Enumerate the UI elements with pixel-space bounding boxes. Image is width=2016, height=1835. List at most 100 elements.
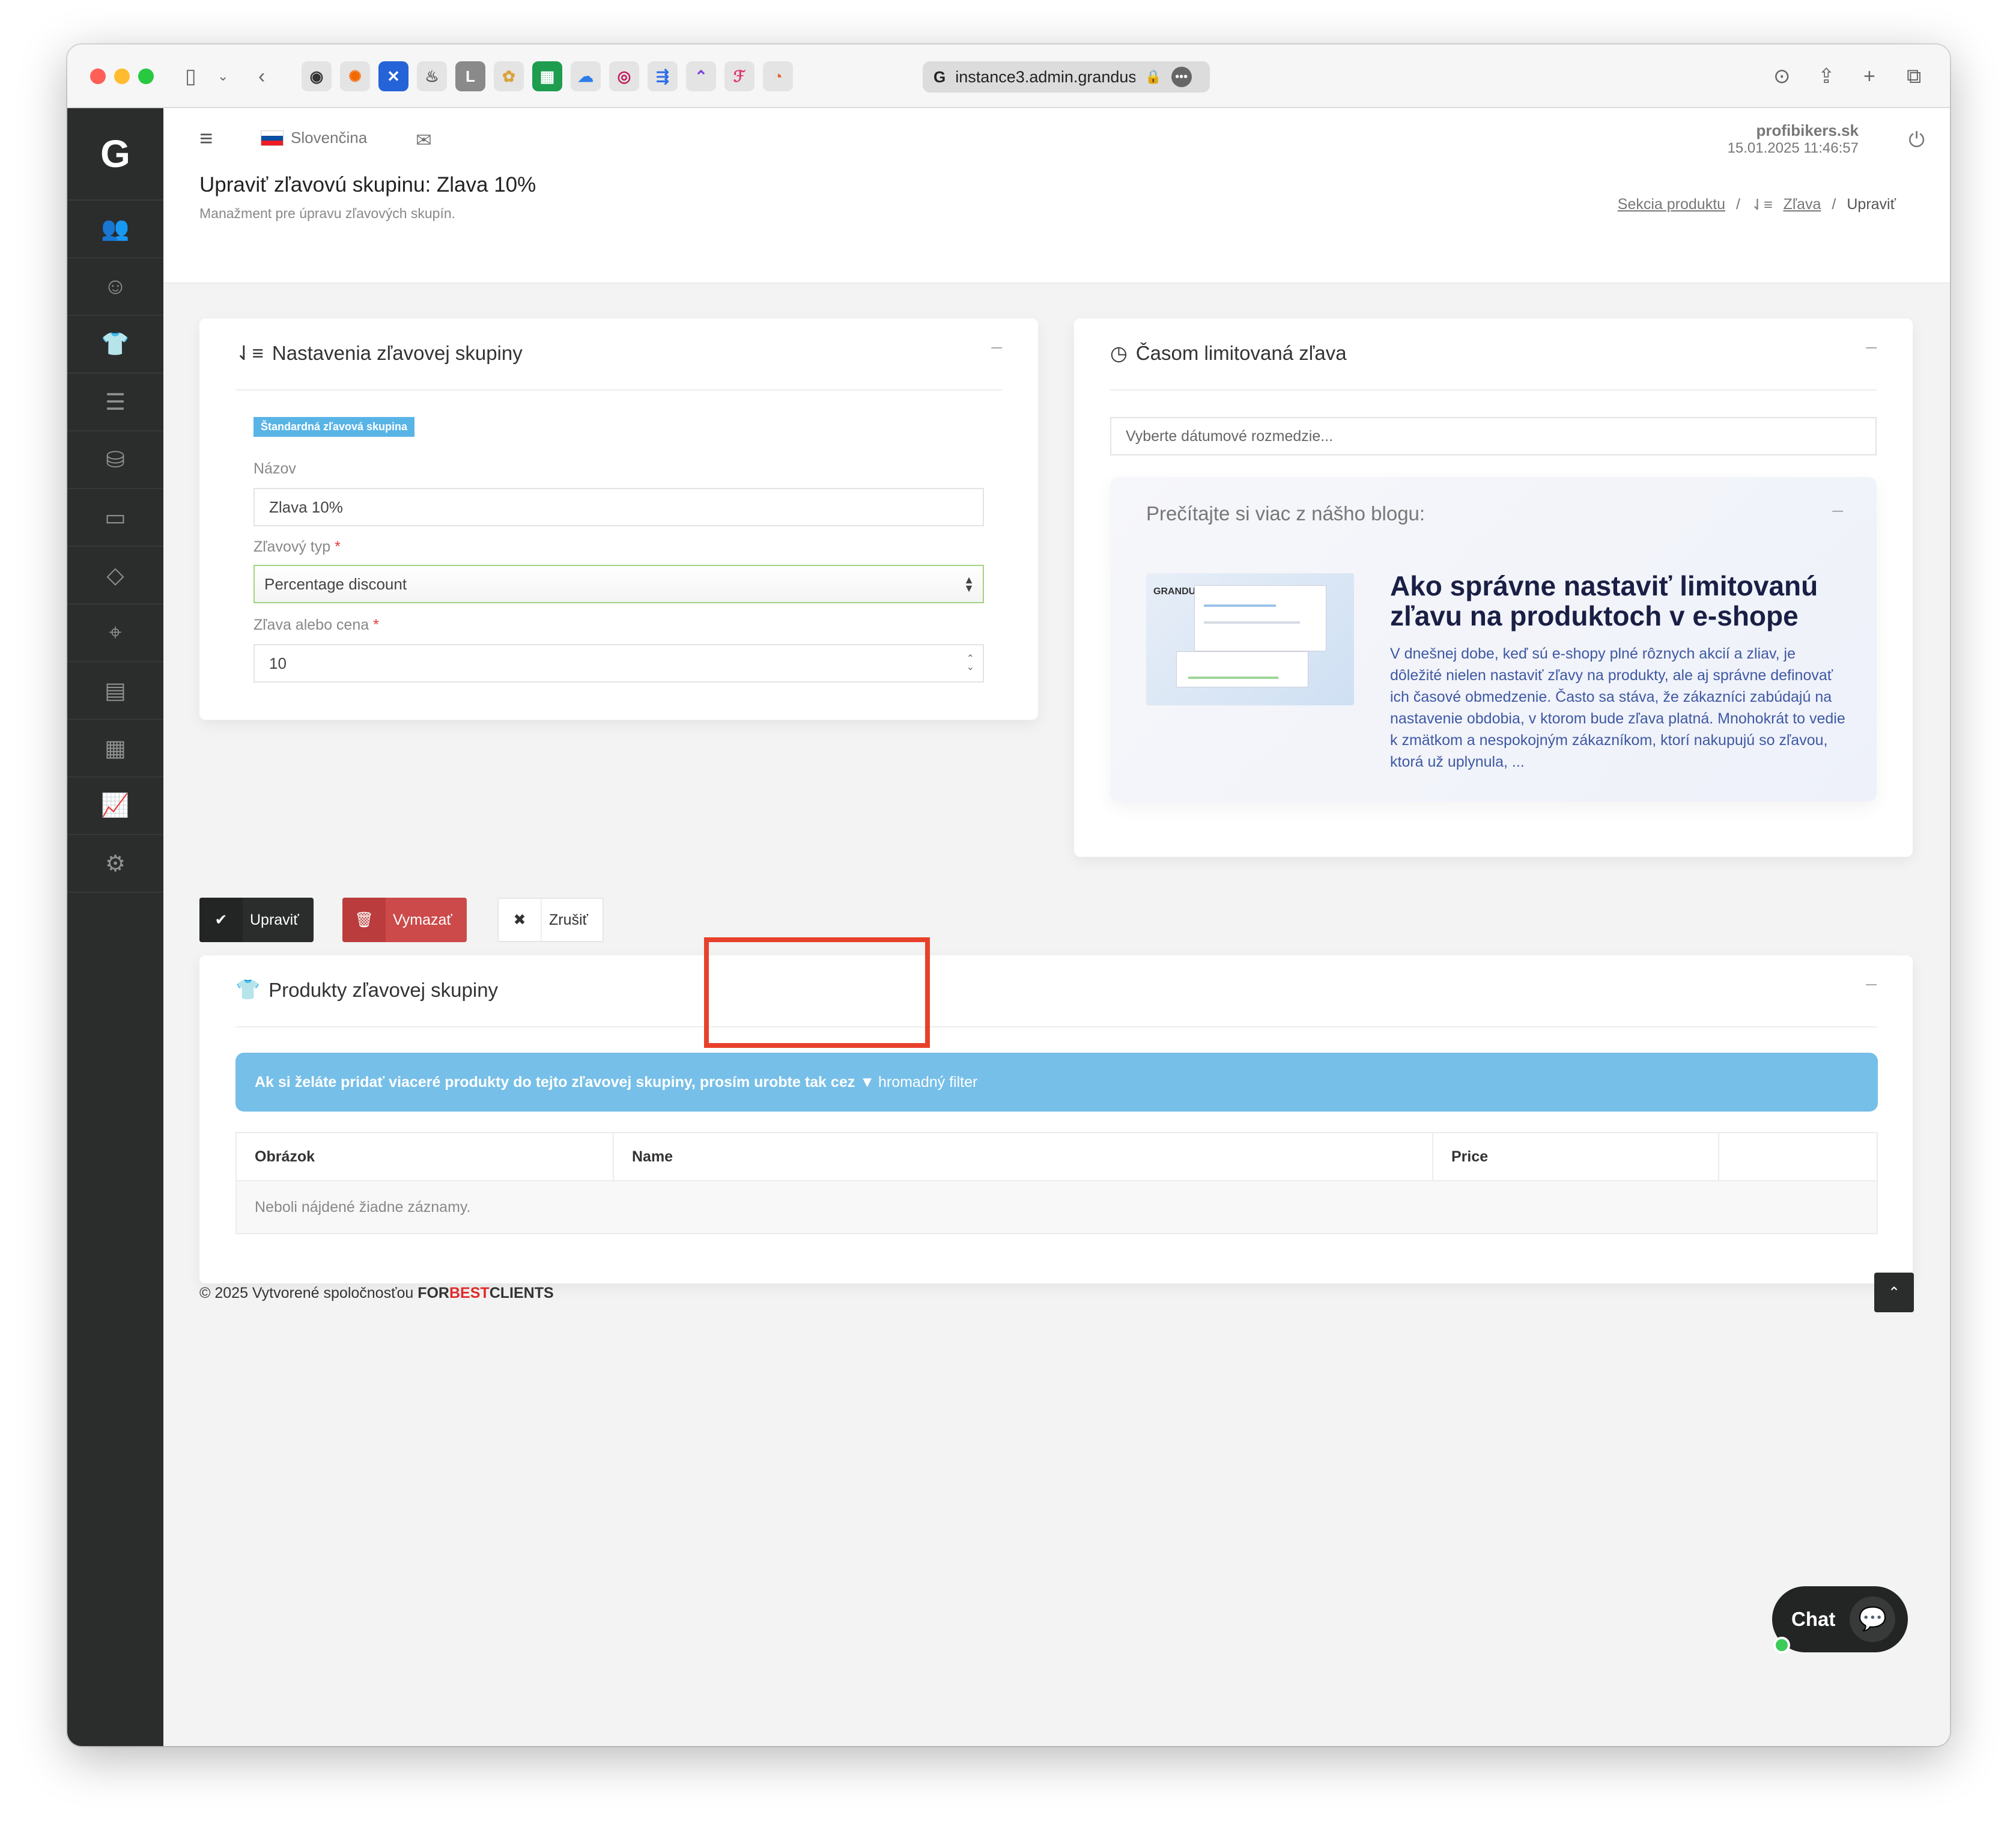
sidebar-item-database[interactable]: ⛁ — [67, 431, 163, 489]
column-header-image[interactable]: Obrázok — [237, 1133, 614, 1180]
address-bar[interactable]: G instance3.admin.grandus 🔒 ••• — [923, 61, 1210, 93]
hamburger-menu-icon[interactable]: ≡ — [199, 126, 213, 152]
download-icon[interactable]: ⊙ — [1773, 64, 1791, 89]
required-mark: * — [335, 538, 341, 555]
column-header-name[interactable]: Name — [614, 1133, 1433, 1180]
close-window-button[interactable] — [90, 68, 106, 84]
sidebar-item-list[interactable]: ☰ — [67, 374, 163, 431]
envelope-icon[interactable]: ✉ — [416, 129, 432, 151]
discount-amount-label: Zľava alebo cena * — [254, 616, 379, 634]
browser-window: ▯ ⌄ ‹ ◉ ✺ ✕ ♨ L ✿ ▦ ☁ ◎ ⇶ ⌃ ℱ ◔ G instan… — [67, 44, 1950, 1746]
required-mark: * — [373, 616, 379, 633]
more-icon[interactable]: ••• — [1171, 67, 1192, 87]
minimize-window-button[interactable] — [114, 68, 130, 84]
breadcrumb-current: Upraviť — [1847, 196, 1896, 213]
discount-settings-panel: ⇃≡ Nastavenia zľavovej skupiny – Štandar… — [199, 318, 1038, 720]
language-label: Slovenčina — [291, 129, 368, 147]
delete-button-label: Vymazať — [393, 911, 452, 928]
footer-brand[interactable]: CLIENTS — [490, 1285, 554, 1301]
cloud-icon[interactable]: ☁ — [571, 61, 601, 91]
blog-card: Prečítajte si viac z nášho blogu: – GRAN… — [1110, 477, 1877, 802]
page-subtitle: Manažment pre úpravu zľavových skupín. — [199, 205, 456, 221]
sidebar-item-user[interactable]: ☺ — [67, 258, 163, 316]
discount-type-select[interactable]: Percentage discount ▲ ▼ — [254, 565, 984, 603]
chat-widget-button[interactable]: Chat 💬 — [1772, 1586, 1908, 1654]
panel-title: ◷ Časom limitovaná zľava — [1110, 341, 1347, 365]
power-icon[interactable]: ⏻ — [1908, 129, 1925, 152]
blog-excerpt: V dnešnej dobe, keď sú e-shopy plné rôzn… — [1390, 645, 1845, 770]
blog-thumbnail[interactable]: GRANDUS — [1146, 573, 1354, 705]
collapse-icon[interactable]: – — [991, 335, 1002, 358]
select-arrows-icon: ▲ ▼ — [964, 574, 974, 594]
app-logo[interactable]: G — [67, 108, 163, 201]
page-header: ≡ Slovenčina ✉ profibikers.sk 15.01.2025… — [163, 108, 1950, 284]
delete-button[interactable]: 🗑 Vymazať — [342, 898, 467, 942]
bulk-filter-info: Ak si želáte pridať viaceré produkty do … — [235, 1053, 1878, 1112]
language-selector[interactable]: Slovenčina — [261, 129, 367, 147]
bulk-filter-link[interactable]: ▼ hromadný filter — [860, 1074, 977, 1091]
thumbnail-line — [1188, 677, 1278, 679]
sidebar-item-news[interactable]: ▤ — [67, 662, 163, 720]
back-icon[interactable]: ‹ — [258, 64, 265, 89]
tabs-overview-icon[interactable]: ⧉ — [1907, 64, 1921, 89]
divider — [235, 389, 1002, 391]
discount-amount-label-text: Zľava alebo cena — [254, 616, 369, 633]
sidebar-item-inbox[interactable]: ▭ — [67, 489, 163, 547]
column-header-price[interactable]: Price — [1433, 1133, 1719, 1180]
discount-type-label: Zľavový typ * — [254, 538, 341, 556]
collapse-icon[interactable]: – — [1832, 499, 1843, 521]
breadcrumb-product-section[interactable]: Sekcia produktu — [1618, 196, 1725, 214]
name-input-value: Zlava 10% — [269, 498, 343, 516]
kanban-icon[interactable]: ✿ — [494, 61, 524, 91]
sidebar-item-stats[interactable]: 📈 — [67, 778, 163, 835]
jira-icon[interactable]: ⇶ — [648, 61, 678, 91]
table-header: Obrázok Name Price — [237, 1133, 1877, 1181]
panel-title: ⇃≡ Nastavenia zľavovej skupiny — [235, 341, 523, 365]
figma-icon[interactable]: ℱ — [724, 61, 754, 91]
l-extension-icon[interactable]: L — [455, 61, 485, 91]
update-button[interactable]: ✔ Upraviť — [199, 898, 314, 942]
cancel-button[interactable]: ✖ Zrušiť — [497, 898, 604, 942]
chevron-down-icon[interactable]: ⌄ — [217, 64, 228, 89]
list-icon: ☰ — [105, 389, 126, 415]
sidebar-item-settings[interactable]: ⚙ — [67, 835, 163, 893]
products-table: Obrázok Name Price Neboli nájdené žiadne… — [235, 1132, 1878, 1234]
breadcrumb-discount[interactable]: Zľava — [1784, 196, 1821, 214]
name-label: Názov — [254, 460, 296, 477]
github-icon[interactable]: ◉ — [302, 61, 332, 91]
grafana-icon[interactable]: ✺ — [340, 61, 370, 91]
sheets-icon[interactable]: ▦ — [532, 61, 562, 91]
panel-title-text: Časom limitovaná zľava — [1135, 341, 1347, 364]
sidebar-item-products[interactable]: 👕 — [67, 316, 163, 374]
blog-headline[interactable]: Ako správne nastaviť limitovanú zľavu na… — [1390, 571, 1847, 631]
footer-brand[interactable]: FOR — [417, 1285, 449, 1301]
date-range-input[interactable]: Vyberte dátumové rozmedzie... — [1110, 417, 1877, 455]
time-limited-panel: ◷ Časom limitovaná zľava – Vyberte dátum… — [1074, 318, 1913, 857]
name-input[interactable]: Zlava 10% — [254, 488, 984, 526]
x-icon[interactable]: ✕ — [378, 61, 408, 91]
sidebar-toggle-icon[interactable]: ▯ — [185, 64, 196, 89]
times-icon: ✖ — [499, 899, 542, 941]
discount-amount-input[interactable]: 10 ⌃ ⌄ — [254, 644, 984, 683]
footer: © 2025 Vytvorené spoločnosťou FORBESTCLI… — [199, 1285, 554, 1302]
share-icon[interactable]: ⇪ — [1818, 64, 1835, 89]
clickup-icon[interactable]: ⌃ — [686, 61, 716, 91]
collapse-icon[interactable]: – — [1866, 972, 1877, 994]
check-icon: ✔ — [199, 898, 243, 942]
collapse-icon[interactable]: – — [1866, 335, 1877, 358]
number-stepper-icon[interactable]: ⌃ ⌄ — [967, 654, 974, 672]
panel-title-text: Nastavenia zľavovej skupiny — [272, 341, 523, 364]
maximize-window-button[interactable] — [138, 68, 154, 84]
sidebar-item-tags[interactable]: ◇ — [67, 547, 163, 604]
new-tab-icon[interactable]: + — [1863, 64, 1875, 89]
pie-icon[interactable]: ◔ — [763, 61, 793, 91]
sidebar-item-articles[interactable]: ▦ — [67, 720, 163, 778]
bell-icon[interactable]: ♨ — [417, 61, 447, 91]
highlight-box — [704, 937, 930, 1048]
footer-brand[interactable]: BEST — [449, 1285, 490, 1301]
scroll-to-top-button[interactable]: ⌃ — [1874, 1273, 1914, 1312]
sidebar-item-locations[interactable]: ⌖ — [67, 604, 163, 662]
swirl-icon[interactable]: ◎ — [609, 61, 639, 91]
sidebar-item-users[interactable]: 👥 — [67, 201, 163, 258]
discount-type-label-text: Zľavový typ — [254, 538, 331, 555]
